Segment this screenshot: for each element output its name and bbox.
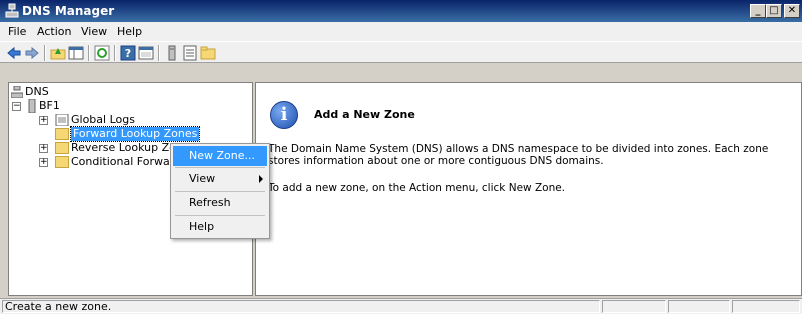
details-description: The Domain Name System (DNS) allows a DN…	[268, 143, 769, 167]
menu-item-view-label: View	[189, 172, 216, 185]
menu-file[interactable]: File	[8, 25, 26, 38]
menu-help[interactable]: Help	[117, 25, 142, 38]
maximize-button[interactable]: □	[766, 4, 782, 18]
server-icon[interactable]	[164, 45, 180, 61]
menu-action[interactable]: Action	[37, 25, 71, 38]
toolbar-separator	[44, 45, 46, 61]
toolbar-separator	[114, 45, 116, 61]
up-folder-icon[interactable]	[50, 45, 66, 61]
expand-icon[interactable]: +	[39, 158, 48, 167]
toolbar-separator	[158, 45, 160, 61]
menu-bar: File Action View Help	[0, 22, 802, 41]
menu-separator	[175, 191, 265, 192]
properties-icon[interactable]	[138, 45, 154, 61]
folder-icon[interactable]	[200, 45, 216, 61]
tree-label-dns: DNS	[25, 85, 49, 98]
status-bar: Create a new zone.	[0, 298, 802, 314]
status-panel	[668, 300, 730, 313]
list-icon[interactable]	[182, 45, 198, 61]
status-panel	[732, 300, 800, 313]
minimize-button[interactable]: _	[750, 4, 766, 18]
toolbar: ?	[0, 41, 802, 63]
menu-separator	[175, 215, 265, 216]
back-icon[interactable]	[6, 45, 22, 61]
menu-item-new-zone[interactable]: New Zone...	[173, 146, 267, 166]
menu-item-view[interactable]: View	[173, 169, 267, 189]
dns-icon	[11, 86, 23, 98]
forward-icon[interactable]	[24, 45, 40, 61]
folder-icon	[55, 128, 69, 140]
close-button[interactable]: ✕	[784, 4, 800, 18]
collapse-icon[interactable]: −	[12, 102, 21, 111]
logs-icon	[55, 114, 69, 126]
info-icon: i	[270, 101, 298, 129]
submenu-arrow-icon	[259, 175, 263, 183]
tree-label-server: BF1	[39, 99, 60, 112]
context-menu: New Zone... View Refresh Help	[170, 143, 270, 239]
details-instruction: To add a new zone, on the Action menu, c…	[268, 182, 566, 194]
details-pane: i Add a New Zone The Domain Name System …	[255, 82, 802, 296]
show-tree-icon[interactable]	[68, 45, 84, 61]
expand-icon[interactable]: +	[39, 116, 48, 125]
menu-item-refresh[interactable]: Refresh	[173, 193, 267, 213]
folder-icon	[55, 156, 69, 168]
status-text: Create a new zone.	[2, 300, 600, 313]
window-title: DNS Manager	[22, 4, 115, 18]
refresh-icon[interactable]	[94, 45, 110, 61]
tree-label-global-logs: Global Logs	[71, 113, 135, 126]
menu-view[interactable]: View	[81, 25, 107, 38]
menu-item-help[interactable]: Help	[173, 217, 267, 237]
menu-separator	[175, 167, 265, 168]
folder-icon	[55, 142, 69, 154]
help-icon[interactable]: ?	[120, 45, 136, 61]
toolbar-separator	[88, 45, 90, 61]
expand-icon[interactable]: +	[39, 144, 48, 153]
status-panel	[602, 300, 666, 313]
server-icon	[28, 99, 36, 113]
tree-label-forward-lookup-zones: Forward Lookup Zones	[69, 126, 201, 142]
svg-text:?: ?	[125, 47, 131, 60]
details-heading: Add a New Zone	[314, 108, 415, 121]
dns-app-icon	[5, 3, 19, 18]
title-bar[interactable]: DNS Manager _ □ ✕	[0, 0, 802, 22]
